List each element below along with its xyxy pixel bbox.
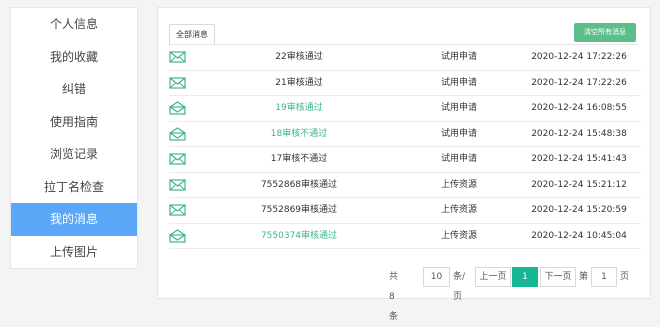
message-title[interactable]: 7552869审核通过 bbox=[209, 198, 389, 223]
message-time: 2020-12-24 15:21:12 bbox=[531, 179, 627, 190]
page-size-select[interactable]: 10 bbox=[423, 267, 450, 287]
message-type: 试用申请 bbox=[440, 128, 477, 139]
sidebar: 个人信息 我的收藏 纠错 使用指南 浏览记录 拉丁名检查 我的消息 上传图片 bbox=[10, 7, 138, 269]
sidebar-item-favorites[interactable]: 我的收藏 bbox=[11, 41, 137, 74]
envelope-icon bbox=[169, 50, 186, 64]
message-title[interactable]: 17审核不通过 bbox=[209, 147, 389, 172]
message-title[interactable]: 22审核通过 bbox=[209, 45, 389, 70]
prev-page-button[interactable]: 上一页 bbox=[475, 267, 511, 287]
message-time: 2020-12-24 15:20:59 bbox=[531, 205, 627, 215]
message-row[interactable]: 19审核通过 试用申请 2020-12-24 16:08:55 bbox=[169, 96, 641, 122]
message-row[interactable]: 17审核不通过 试用申请 2020-12-24 15:41:43 bbox=[169, 147, 641, 173]
message-type: 上传资源 bbox=[440, 205, 477, 215]
message-time: 2020-12-24 10:45:04 bbox=[531, 230, 627, 241]
message-row[interactable]: 7550374审核通过 上传资源 2020-12-24 10:45:04 bbox=[169, 224, 641, 249]
goto-suffix: 页 bbox=[620, 272, 630, 282]
message-type: 上传资源 bbox=[440, 179, 477, 190]
messages-panel: 全部消息 清空所有消息 22审核通过 试用申请 2020-12-24 17:22:2… bbox=[157, 7, 652, 322]
message-title[interactable]: 21审核通过 bbox=[209, 71, 389, 96]
envelope-open-icon bbox=[169, 101, 186, 115]
message-type: 试用申请 bbox=[440, 154, 477, 164]
message-row[interactable]: 22审核通过 试用申请 2020-12-24 17:22:26 bbox=[169, 45, 641, 71]
message-row[interactable]: 21审核通过 试用申请 2020-12-24 17:22:26 bbox=[169, 71, 641, 96]
sidebar-item-profile[interactable]: 个人信息 bbox=[11, 8, 137, 41]
sidebar-item-guide[interactable]: 使用指南 bbox=[11, 106, 137, 139]
message-row[interactable]: 7552868审核通过 上传资源 2020-12-24 15:21:12 bbox=[169, 173, 641, 198]
envelope-open-icon bbox=[169, 126, 186, 141]
message-title[interactable]: 19审核通过 bbox=[209, 96, 389, 121]
pagination-total: 共8条 bbox=[389, 272, 399, 322]
per-page-label: 条/页 bbox=[453, 272, 466, 302]
sidebar-item-latin-check[interactable]: 拉丁名检查 bbox=[11, 171, 137, 204]
tab-all-messages[interactable]: 全部消息 bbox=[169, 24, 215, 46]
envelope-icon bbox=[169, 76, 186, 90]
message-row[interactable]: 18审核不通过 试用申请 2020-12-24 15:48:38 bbox=[169, 122, 641, 147]
sidebar-item-history[interactable]: 浏览记录 bbox=[11, 138, 137, 171]
message-title[interactable]: 7552868审核通过 bbox=[209, 173, 389, 198]
message-time: 2020-12-24 15:48:38 bbox=[531, 128, 627, 139]
message-title[interactable]: 7550374审核通过 bbox=[209, 224, 389, 249]
envelope-icon bbox=[169, 178, 186, 192]
sidebar-item-upload-images[interactable]: 上传图片 bbox=[11, 236, 137, 269]
sidebar-item-messages[interactable]: 我的消息 bbox=[11, 203, 137, 236]
sidebar-item-corrections[interactable]: 纠错 bbox=[11, 73, 137, 106]
message-row[interactable]: 7552869审核通过 上传资源 2020-12-24 15:20:59 bbox=[169, 198, 641, 224]
message-time: 2020-12-24 17:22:26 bbox=[531, 77, 627, 88]
message-title[interactable]: 18审核不通过 bbox=[209, 122, 389, 147]
message-type: 试用申请 bbox=[440, 103, 477, 113]
envelope-open-icon bbox=[169, 228, 186, 243]
next-page-button[interactable]: 下一页 bbox=[540, 267, 576, 287]
envelope-icon bbox=[169, 152, 186, 166]
message-list: 22审核通过 试用申请 2020-12-24 17:22:26 21审核通过 试用申请 2… bbox=[158, 45, 652, 249]
envelope-icon bbox=[169, 203, 186, 217]
message-type: 上传资源 bbox=[440, 230, 477, 241]
goto-page-input[interactable]: 1 bbox=[591, 267, 617, 287]
message-time: 2020-12-24 16:08:55 bbox=[531, 103, 627, 113]
message-type: 试用申请 bbox=[440, 52, 477, 62]
current-page-button[interactable]: 1 bbox=[512, 267, 538, 287]
clear-all-messages-button[interactable]: 清空所有消息 bbox=[574, 23, 636, 42]
message-time: 2020-12-24 17:22:26 bbox=[531, 52, 627, 62]
goto-prefix: 第 bbox=[579, 272, 589, 282]
message-time: 2020-12-24 15:41:43 bbox=[531, 154, 627, 164]
message-type: 试用申请 bbox=[440, 77, 477, 88]
